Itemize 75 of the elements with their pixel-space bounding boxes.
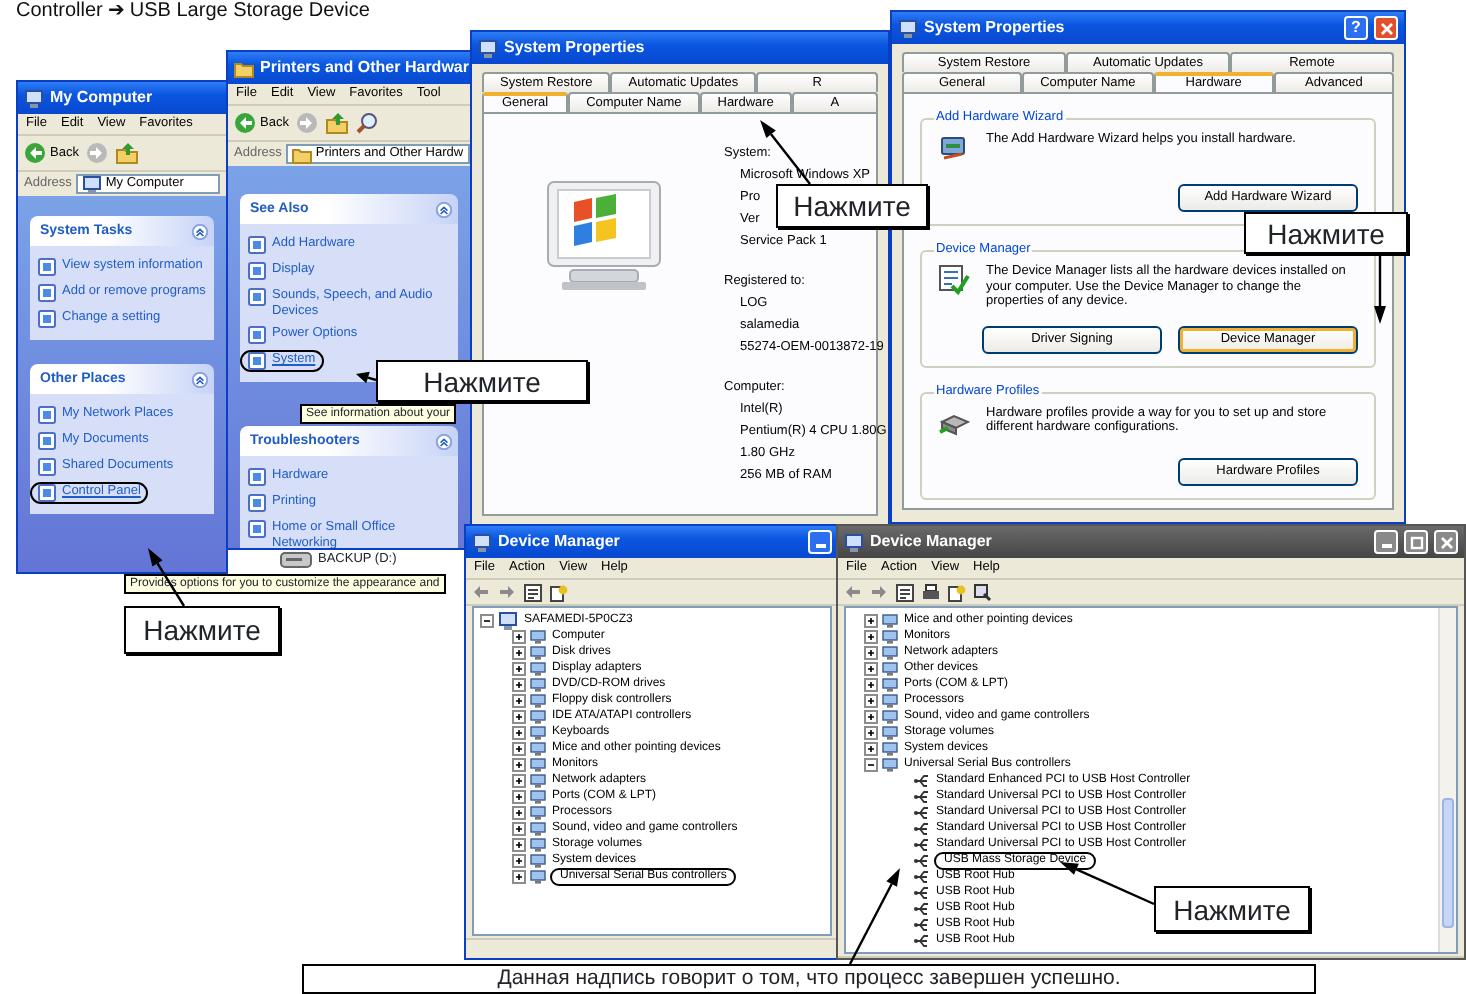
forward-arrow-icon <box>498 584 516 600</box>
checklist-icon <box>938 264 970 296</box>
forward-arrow-icon <box>870 584 888 600</box>
help-button[interactable]: ? <box>1344 16 1368 40</box>
folder-up-icon <box>116 142 139 164</box>
computer-icon <box>498 611 518 629</box>
hardware-wizard-icon <box>938 132 970 164</box>
window-title: System Properties <box>924 20 1065 36</box>
back-icon <box>234 112 256 134</box>
minimize-button[interactable] <box>1374 530 1398 554</box>
back-arrow-icon <box>472 584 490 600</box>
tile-icon <box>248 326 266 344</box>
arrow <box>1060 862 1155 906</box>
back-icon <box>24 142 46 164</box>
forward-icon <box>296 112 319 134</box>
tile-icon <box>248 288 266 306</box>
caption-note: Данная надпись говорит о том, что процесс завершен успешно. <box>302 964 1316 994</box>
tile-icon <box>248 494 266 512</box>
folder-icon <box>234 59 254 77</box>
caption-text: Controller ➔ USB Large Storage Device <box>16 0 370 24</box>
collapse-icon <box>436 201 452 217</box>
collapse-icon <box>192 223 208 239</box>
help-sheet-icon <box>550 583 568 601</box>
tile-icon <box>248 352 266 370</box>
callout-label: Нажмите <box>376 360 588 402</box>
tile-icon <box>248 468 266 486</box>
monitor-drawing <box>542 178 666 294</box>
computer-icon <box>898 19 918 37</box>
arrow <box>848 868 900 965</box>
window-title: My Computer <box>50 90 153 106</box>
help-sheet-icon <box>948 583 966 601</box>
drive-icon <box>280 550 312 569</box>
properties-icon <box>524 583 542 601</box>
tile-icon <box>248 262 266 280</box>
back-arrow-icon <box>844 584 862 600</box>
callout-label: Нажмите <box>776 184 928 228</box>
close-icon <box>1439 535 1453 549</box>
tile-icon <box>248 236 266 254</box>
tile-icon <box>38 284 56 302</box>
minimize-button[interactable] <box>808 530 832 554</box>
tile-icon <box>248 520 266 538</box>
maximize-icon <box>1409 535 1423 549</box>
window-title: Printers and Other Hardwar <box>260 60 469 76</box>
arrow <box>356 371 377 384</box>
callout-label: Нажмите <box>124 606 280 654</box>
maximize-button[interactable] <box>1404 530 1428 554</box>
tile-icon <box>38 310 56 328</box>
folder-up-icon <box>326 112 349 134</box>
callout-label: Нажмите <box>1244 212 1408 254</box>
callout-label: Нажмите <box>1154 886 1310 932</box>
tile-icon <box>38 406 56 424</box>
collapse-icon <box>436 433 452 449</box>
window-title: Device Manager <box>870 534 992 550</box>
close-button[interactable] <box>1374 16 1398 40</box>
collapse-icon <box>192 371 208 387</box>
scan-icon <box>974 583 992 601</box>
tile-icon <box>38 432 56 450</box>
properties-icon <box>896 583 914 601</box>
computer-icon <box>844 533 864 551</box>
search-icon <box>356 112 379 134</box>
arrow <box>1374 254 1386 324</box>
computer-icon <box>81 175 102 193</box>
forward-icon <box>86 142 109 164</box>
tile-icon <box>38 484 56 502</box>
computer-icon <box>24 89 44 107</box>
scrollbar[interactable] <box>1438 608 1456 952</box>
computer-icon <box>472 533 492 551</box>
printer-icon <box>922 583 940 601</box>
tile-icon <box>38 258 56 276</box>
tile-icon <box>38 458 56 476</box>
window-title: Device Manager <box>498 534 620 550</box>
close-icon <box>1379 21 1393 35</box>
computer-icon <box>478 39 498 57</box>
window-title: System Properties <box>504 40 645 56</box>
close-button[interactable] <box>1434 530 1458 554</box>
